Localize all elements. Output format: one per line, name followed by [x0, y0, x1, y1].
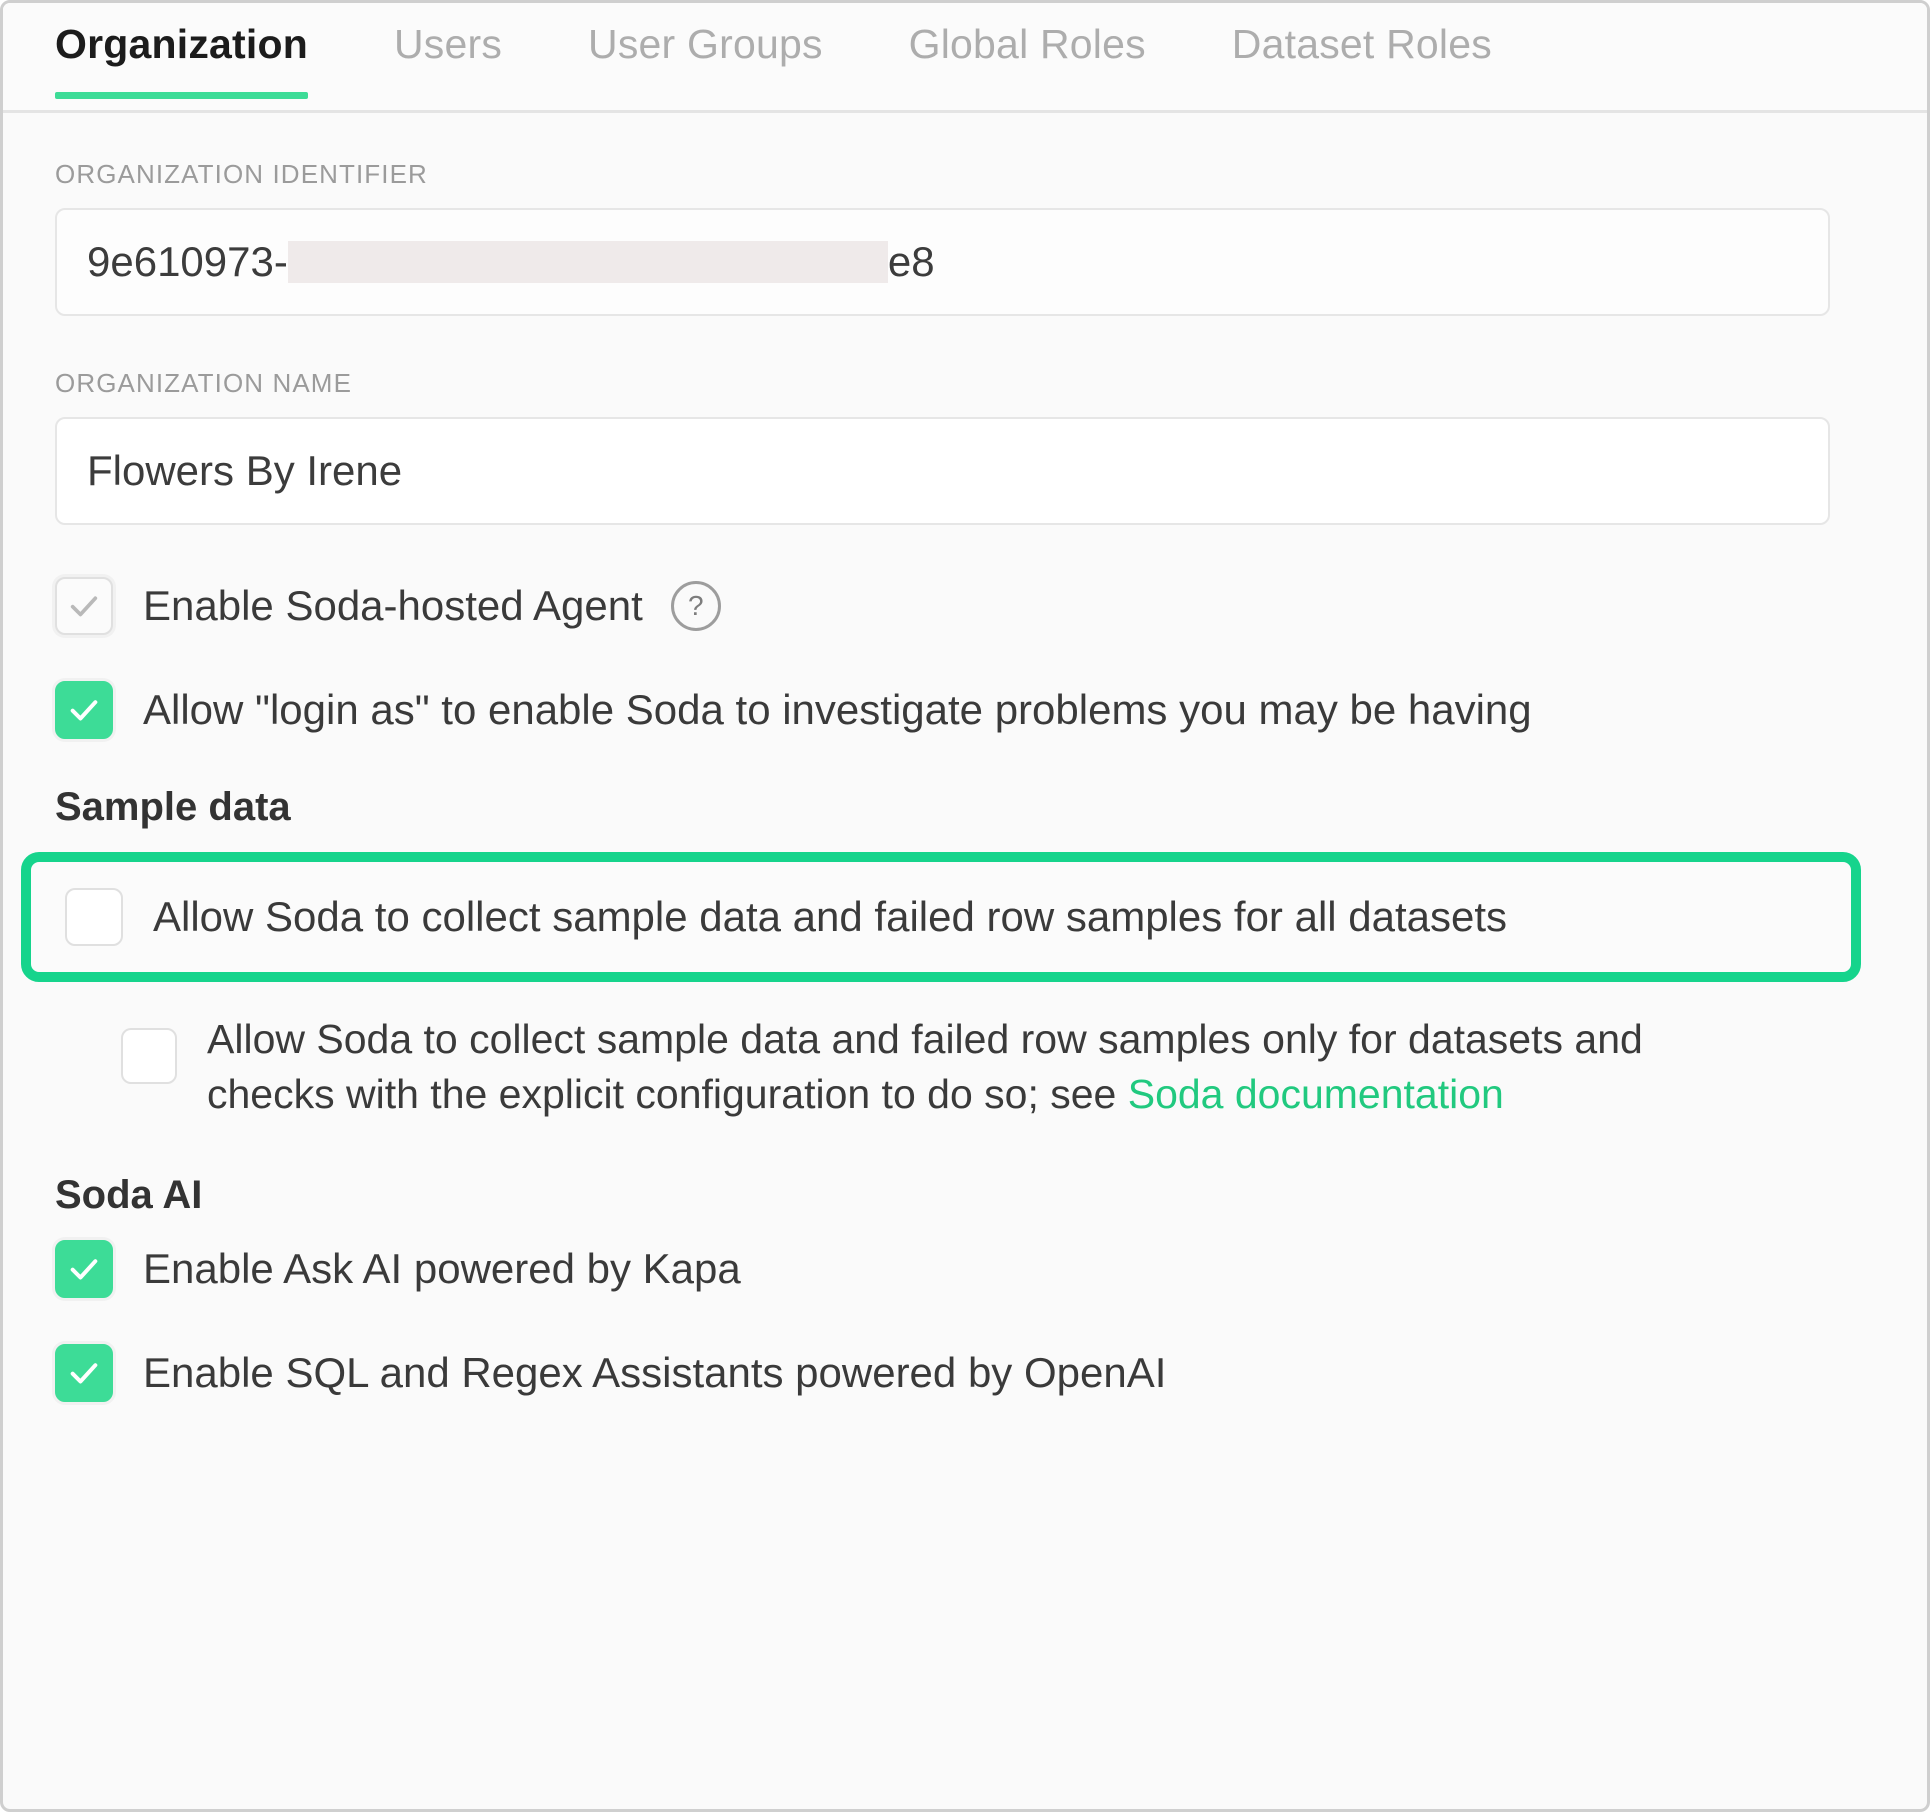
ask-ai-label: Enable Ask AI powered by Kapa — [143, 1242, 741, 1296]
organization-name-label: ORGANIZATION NAME — [55, 368, 1875, 399]
redaction-bar — [288, 241, 888, 283]
organization-settings-content: ORGANIZATION IDENTIFIER 9e610973- e8 ORG… — [3, 113, 1927, 1402]
sample-data-all-datasets-label: Allow Soda to collect sample data and fa… — [153, 890, 1507, 944]
question-mark-icon[interactable]: ? — [671, 581, 721, 631]
soda-hosted-agent-label: Enable Soda-hosted Agent — [143, 579, 643, 633]
soda-hosted-agent-row: Enable Soda-hosted Agent ? — [55, 577, 1875, 635]
checkmark-icon — [67, 693, 101, 727]
login-as-label: Allow "login as" to enable Soda to inves… — [143, 683, 1532, 737]
ask-ai-checkbox[interactable] — [55, 1240, 113, 1298]
soda-ai-heading: Soda AI — [55, 1173, 1875, 1218]
tab-user-groups[interactable]: User Groups — [588, 3, 823, 96]
sample-data-explicit-config-checkbox[interactable] — [121, 1028, 177, 1084]
tab-global-roles[interactable]: Global Roles — [909, 3, 1146, 96]
organization-identifier-field[interactable]: 9e610973- e8 — [55, 208, 1830, 316]
checkmark-icon — [67, 1356, 101, 1390]
login-as-row: Allow "login as" to enable Soda to inves… — [55, 681, 1875, 739]
soda-documentation-link[interactable]: Soda documentation — [1128, 1071, 1504, 1117]
tab-organization[interactable]: Organization — [55, 3, 308, 96]
sample-data-explicit-config-row: Allow Soda to collect sample data and fa… — [121, 1012, 1721, 1123]
ask-ai-row: Enable Ask AI powered by Kapa — [55, 1240, 1875, 1298]
settings-tab-bar: Organization Users User Groups Global Ro… — [3, 3, 1927, 113]
sample-data-all-datasets-row: Allow Soda to collect sample data and fa… — [65, 888, 1507, 946]
sql-regex-assistants-row: Enable SQL and Regex Assistants powered … — [55, 1344, 1875, 1402]
organization-identifier-label: ORGANIZATION IDENTIFIER — [55, 159, 1875, 190]
sql-regex-assistants-label: Enable SQL and Regex Assistants powered … — [143, 1346, 1166, 1400]
tab-dataset-roles[interactable]: Dataset Roles — [1232, 3, 1492, 96]
checkmark-icon — [67, 589, 101, 623]
organization-name-value: Flowers By Irene — [87, 447, 402, 495]
organization-identifier-suffix: e8 — [888, 238, 935, 286]
login-as-checkbox[interactable] — [55, 681, 113, 739]
sample-data-explicit-config-label: Allow Soda to collect sample data and fa… — [207, 1012, 1687, 1123]
sql-regex-assistants-checkbox[interactable] — [55, 1344, 113, 1402]
soda-hosted-agent-checkbox[interactable] — [55, 577, 113, 635]
tab-users[interactable]: Users — [394, 3, 502, 96]
organization-settings-window: Organization Users User Groups Global Ro… — [0, 0, 1930, 1812]
organization-name-field[interactable]: Flowers By Irene — [55, 417, 1830, 525]
organization-identifier-prefix: 9e610973- — [87, 238, 288, 286]
sample-data-all-datasets-checkbox[interactable] — [65, 888, 123, 946]
sample-data-heading: Sample data — [55, 785, 1875, 830]
checkmark-icon — [67, 1252, 101, 1286]
sample-data-all-datasets-highlight: Allow Soda to collect sample data and fa… — [21, 852, 1861, 982]
organization-identifier-value: 9e610973- e8 — [87, 238, 935, 286]
